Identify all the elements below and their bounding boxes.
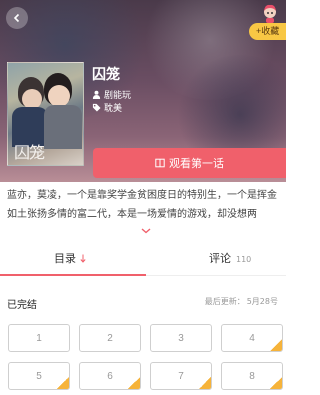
mascot-icon xyxy=(264,4,276,23)
user-icon xyxy=(92,90,101,99)
back-button[interactable] xyxy=(6,7,28,29)
chapter-number: 1 xyxy=(36,332,42,344)
chapter-button[interactable]: 2 xyxy=(79,324,141,352)
tab-catalog[interactable]: 目录 xyxy=(54,250,86,266)
chapter-number: 6 xyxy=(107,370,113,382)
cover-figure xyxy=(44,105,82,149)
cover-title: 囚笼 xyxy=(14,143,45,162)
chapter-number: 4 xyxy=(249,332,255,344)
chapter-button[interactable]: 1 xyxy=(8,324,70,352)
tab-comments-label: 评论 xyxy=(209,252,231,265)
lock-icon xyxy=(57,377,69,389)
tab-comments[interactable]: 评论 110 xyxy=(209,250,251,266)
chapter-button[interactable]: 3 xyxy=(150,324,212,352)
tag-icon xyxy=(92,103,101,112)
chapter-number: 3 xyxy=(178,332,184,344)
lock-icon xyxy=(199,377,211,389)
lock-icon xyxy=(270,377,282,389)
comic-title: 囚笼 xyxy=(92,67,120,83)
last-updated-date: 5月28号 xyxy=(246,297,278,306)
sort-arrow-icon xyxy=(80,254,86,263)
synopsis: 蓝亦，莫凌，一个是靠奖学金贫困度日的特别生，一个是挥金如土张扬多情的富二代，本是… xyxy=(7,190,277,220)
chapter-button[interactable]: 6 xyxy=(79,362,141,390)
chapter-number: 5 xyxy=(36,370,42,382)
chapter-number: 7 xyxy=(178,370,184,382)
favorite-button[interactable]: +收藏 xyxy=(249,23,286,40)
read-button-label: 观看第一话 xyxy=(169,157,224,170)
last-updated: 最后更新： 5月28号 xyxy=(205,296,278,307)
comic-cover: 囚笼 xyxy=(7,62,84,166)
tag-label: 耽美 xyxy=(104,104,123,114)
chevron-left-icon xyxy=(13,13,20,23)
book-icon xyxy=(155,158,165,168)
chapter-button[interactable]: 5 xyxy=(8,362,70,390)
chapter-button[interactable]: 8 xyxy=(221,362,283,390)
completion-status: 已完结 xyxy=(7,300,37,311)
lock-icon xyxy=(128,377,140,389)
chapter-button[interactable]: 7 xyxy=(150,362,212,390)
cover-figure xyxy=(48,85,70,107)
author-name: 剧能玩 xyxy=(104,91,132,101)
cover-figure xyxy=(22,89,42,109)
last-updated-label: 最后更新： xyxy=(204,297,245,306)
chapter-number: 8 xyxy=(249,370,255,382)
chapter-number: 2 xyxy=(107,332,113,344)
read-first-chapter-button[interactable]: 观看第一话 xyxy=(93,148,286,178)
header: +收藏 囚笼 囚笼 剧能玩 耽美 观看第一话 xyxy=(0,0,286,182)
active-tab-indicator xyxy=(0,274,146,276)
chevron-down-icon[interactable] xyxy=(141,228,151,234)
tab-bar: 目录 评论 110 xyxy=(0,240,286,276)
chapter-button[interactable]: 4 xyxy=(221,324,283,352)
tab-catalog-label: 目录 xyxy=(54,252,76,265)
comments-count: 110 xyxy=(236,255,252,264)
lock-icon xyxy=(270,339,282,351)
tag-row: 耽美 xyxy=(92,101,122,114)
author-row: 剧能玩 xyxy=(92,88,131,101)
